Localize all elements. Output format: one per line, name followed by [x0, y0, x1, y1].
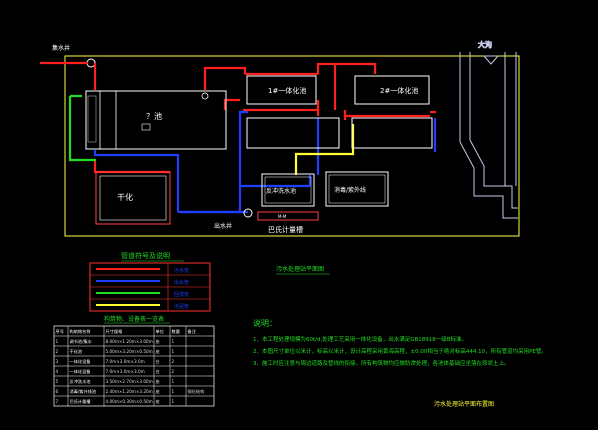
- tank-2-label: 2#一体化池: [380, 86, 418, 95]
- table-cell: 1: [172, 399, 175, 404]
- table-cell: 3: [56, 359, 59, 364]
- table-cell: 1: [172, 349, 175, 354]
- table-cell: 2: [172, 359, 175, 364]
- table-cell: 一体化设备: [70, 368, 92, 375]
- table-cell: 2: [172, 369, 175, 374]
- table-cell: 4.00m×0.30m×0.50m: [106, 399, 153, 404]
- table-cell: 3.50m×2.70m×3.00m: [106, 379, 153, 384]
- notes-line-2: 2、本图尺寸单位以米计，标高以米计，设计高程采用黄海高程，±0.00相当于绝对标…: [253, 347, 547, 355]
- table-header-cell: 序号: [56, 328, 64, 335]
- table-cell: 巴氏计量槽: [70, 398, 92, 405]
- table-cell: 消毒/紫外线池: [70, 388, 97, 395]
- table-header-cell: 尺寸规格: [106, 328, 124, 335]
- table-cell: 1: [172, 389, 175, 394]
- table-cell: 一体化设备: [70, 358, 92, 365]
- site-boundary: [64, 55, 520, 237]
- table-cell: 5.00m×3.20m×0.50m: [106, 349, 153, 354]
- tank-1: 1#一体化池: [246, 75, 317, 105]
- regulating-pool-label: ？池: [146, 111, 162, 121]
- table-header-cell: 构筑物名称: [70, 328, 91, 335]
- table-cell: 1: [172, 379, 175, 384]
- measure-tank: M-M 巴氏计量槽: [257, 211, 319, 234]
- table-cell: 钢砼结构: [188, 388, 205, 395]
- cad-drawing: 大沟 集水井 ？池 1#一体化池 2#一体化池 干化 反冲洗水池 消毒/紫外线 …: [40, 40, 547, 408]
- table-cell: 座: [156, 388, 160, 395]
- legend-text-1: 出水管: [174, 279, 189, 286]
- outfall-channel: 大沟: [459, 40, 518, 219]
- table-cell: 8.00m×1.20m×3.00m: [106, 339, 153, 344]
- structures-table: 构筑物、设备表一览表 序号 构筑物名称 尺寸规格 单位 数量 备注 1 调节池/集水 8.00m…: [53, 315, 215, 407]
- table-title: 构筑物、设备表一览表: [104, 315, 164, 323]
- table-cell: 台: [156, 368, 160, 375]
- table-cell: 干化池: [70, 348, 83, 355]
- table-cell: 台: [156, 358, 160, 365]
- backwash-label: 反冲洗水池: [266, 187, 296, 195]
- notes-title: 说明：: [253, 318, 277, 328]
- table-cell: 座: [156, 348, 160, 355]
- backwash-pool: 反冲洗水池: [261, 173, 315, 207]
- table-header-cell: 备注: [188, 328, 197, 335]
- inflow-well-label: 集水井: [52, 44, 70, 52]
- measure-tank-label: 巴氏计量槽: [268, 225, 303, 234]
- notes-line-1: 1、本工程处理规模为60t/d,处理工艺采用一体化设备，出水满足GB18918一…: [253, 335, 467, 343]
- legend-text-0: 污水管: [174, 267, 189, 274]
- sludge-label: 干化: [117, 192, 133, 202]
- table-cell: 反冲洗水池: [70, 378, 92, 385]
- regulating-pool: ？池: [85, 90, 227, 150]
- return-pipe: [68, 94, 96, 162]
- measure-small-tag: M-M: [278, 214, 287, 219]
- outfall-label: 大沟: [478, 40, 492, 49]
- legend-title: 管道符号及说明: [121, 251, 170, 260]
- pipe-legend: 管道符号及说明 污水管 出水管 回流管 污泥管: [89, 251, 211, 312]
- table-cell: 7.0m×3.0m×3.0m: [106, 359, 145, 364]
- table-cell: 座: [156, 378, 160, 385]
- disinfect-label: 消毒/紫外线: [334, 186, 366, 194]
- sludge-pipe: [294, 124, 355, 175]
- table-cell: 7: [56, 399, 59, 404]
- tank-3: [246, 117, 340, 149]
- table-cell: 座: [156, 338, 160, 345]
- plan-title: 污水处理站平面图: [276, 265, 324, 273]
- tank-1-label: 1#一体化池: [268, 86, 306, 95]
- design-notes: 说明： 1、本工程处理规模为60t/d,处理工艺采用一体化设备，出水满足GB18…: [253, 318, 547, 367]
- sludge-drying-bed: 干化: [95, 171, 171, 225]
- inflow-well: [86, 58, 96, 68]
- table-cell: 调节池/集水: [70, 338, 93, 345]
- legend-text-3: 污泥管: [174, 303, 189, 310]
- table-cell: 1: [56, 339, 59, 344]
- tank-2: 2#一体化池: [354, 75, 430, 105]
- table-grid: 序号 构筑物名称 尺寸规格 单位 数量 备注 1 调节池/集水 8.00m×1.20m×3.00…: [53, 325, 215, 407]
- legend-text-2: 回流管: [174, 291, 189, 298]
- table-cell: 6: [56, 389, 59, 394]
- tank-4: [351, 117, 433, 149]
- notes-line-3: 3、施工时应注意与周边道路及管线的衔接，所有构筑物均应做防渗处理，各池体基础应坐…: [253, 359, 510, 367]
- table-cell: 2.40m×1.20m×3.20m: [106, 389, 153, 394]
- table-cell: 7.0m×3.0m×3.0m: [106, 369, 145, 374]
- outlet-label: 出水井: [214, 222, 232, 230]
- table-cell: 2: [56, 349, 59, 354]
- table-cell: 座: [156, 398, 160, 405]
- table-header-cell: 单位: [156, 328, 164, 335]
- table-header-cell: 数量: [172, 328, 180, 335]
- table-cell: 4: [56, 369, 59, 374]
- disinfection-pool: 消毒/紫外线: [325, 171, 389, 207]
- sheet-title: 污水处理站平面布置图: [434, 400, 494, 408]
- table-cell: 1: [172, 339, 175, 344]
- table-cell: 5: [56, 379, 59, 384]
